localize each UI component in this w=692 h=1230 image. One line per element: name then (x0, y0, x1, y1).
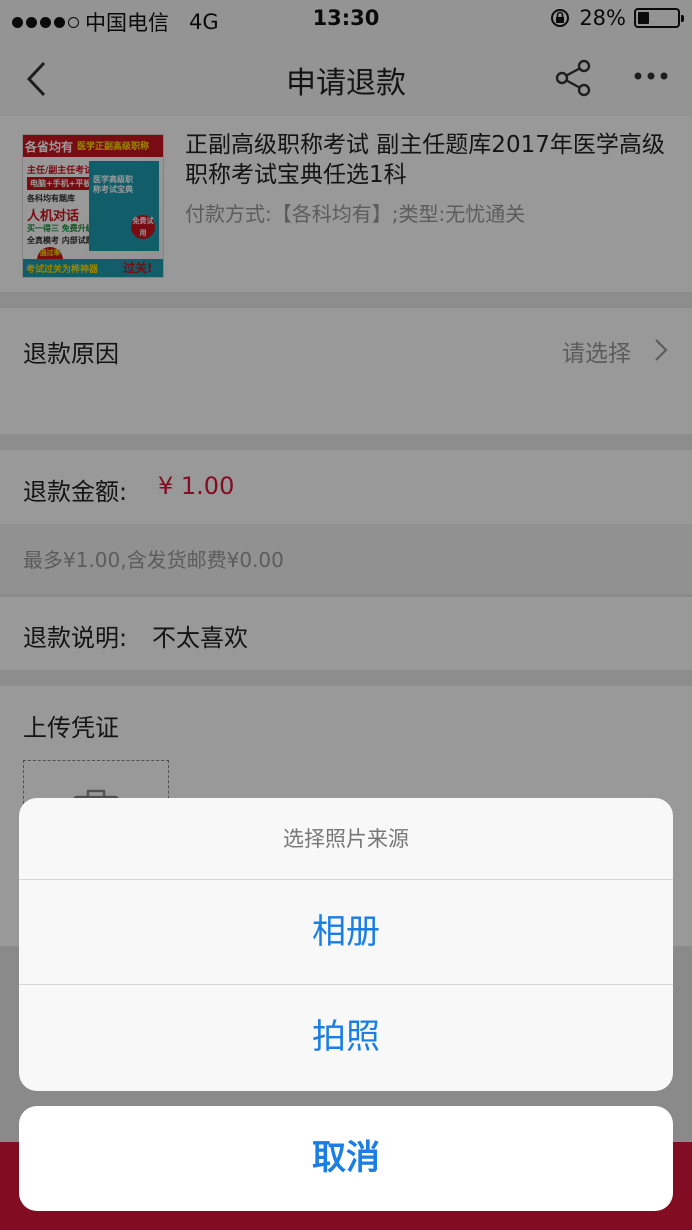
album-button[interactable]: 相册 (19, 880, 673, 985)
action-sheet-title: 选择照片来源 (19, 798, 673, 880)
sogou-icon: S (522, 1142, 557, 1177)
watermark-logo: S 搜狗指南 (522, 1138, 670, 1177)
watermark-text: 搜狗指南 (565, 1144, 670, 1174)
action-sheet: 选择照片来源 相册 拍照 (19, 798, 673, 1091)
watermark-url: zhinan.sogou.com (546, 1185, 672, 1199)
camera-button[interactable]: 拍照 (19, 985, 673, 1090)
